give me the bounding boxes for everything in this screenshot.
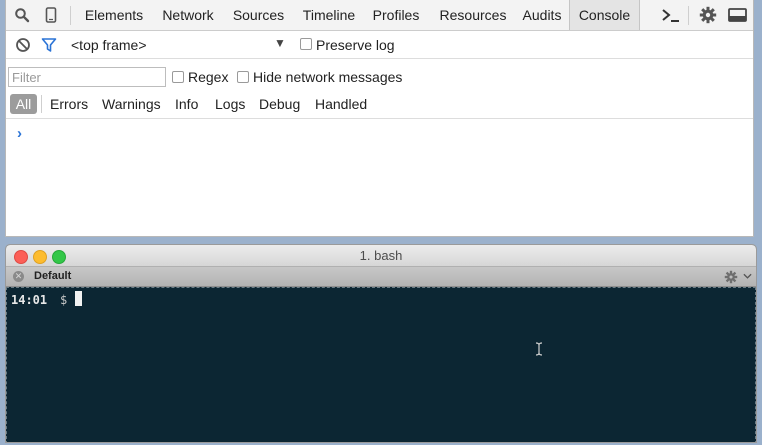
tab-resources[interactable]: Resources (430, 0, 516, 30)
level-all-button[interactable]: All (10, 94, 37, 114)
search-icon[interactable] (14, 7, 30, 23)
level-logs-button[interactable]: Logs (215, 96, 245, 112)
level-errors-button[interactable]: Errors (50, 96, 88, 112)
terminal-title: 1. bash (359, 248, 403, 263)
clear-console-icon[interactable] (15, 37, 31, 53)
regex-label: Regex (188, 69, 229, 85)
text-cursor (75, 291, 82, 306)
frame-select[interactable]: <top frame> (71, 37, 147, 53)
filter-input[interactable] (8, 67, 166, 87)
device-mode-icon[interactable] (43, 7, 59, 23)
gear-icon[interactable] (724, 270, 738, 284)
terminal-tab[interactable]: ✕ Default (6, 267, 756, 287)
level-info-button[interactable]: Info (175, 96, 198, 112)
terminal-titlebar[interactable]: 1. bash (6, 245, 756, 267)
tab-sources[interactable]: Sources (227, 0, 290, 30)
frame-select-dropdown-icon[interactable]: ▼ (274, 36, 286, 50)
terminal-body[interactable]: 14:01 $ (6, 287, 756, 442)
level-handled-button[interactable]: Handled (315, 96, 367, 112)
tabbar-separator (688, 6, 689, 25)
prompt-time: 14:01 (11, 293, 48, 307)
ibeam-cursor-icon (535, 342, 543, 356)
level-warnings-button[interactable]: Warnings (102, 96, 161, 112)
console-prompt[interactable]: › (17, 125, 22, 142)
tab-close-icon[interactable]: ✕ (13, 271, 24, 282)
level-separator (41, 95, 42, 113)
tab-console[interactable]: Console (569, 0, 640, 30)
dock-side-icon[interactable] (728, 7, 748, 23)
devtools-tabbar: Elements Network Sources Timeline Profil… (6, 0, 753, 31)
tab-profiles[interactable]: Profiles (368, 0, 424, 30)
console-toolbar: <top frame> ▼ Preserve log (6, 31, 753, 59)
tab-network[interactable]: Network (155, 0, 221, 30)
settings-icon[interactable] (699, 6, 717, 24)
preserve-log-label: Preserve log (316, 37, 395, 53)
devtools-window: Elements Network Sources Timeline Profil… (5, 0, 754, 237)
prompt-symbol: $ (60, 293, 68, 307)
terminal-window: 1. bash ✕ Default 14:01 $ (5, 244, 757, 443)
filter-icon[interactable] (41, 37, 57, 53)
chevron-down-icon[interactable] (743, 273, 752, 280)
tabbar-separator (70, 6, 71, 25)
tab-audits[interactable]: Audits (517, 0, 567, 30)
preserve-log-checkbox[interactable] (300, 38, 312, 50)
drawer-toggle-icon[interactable] (661, 7, 681, 23)
terminal-tab-label: Default (34, 270, 72, 282)
tab-elements[interactable]: Elements (79, 0, 149, 30)
level-debug-button[interactable]: Debug (259, 96, 300, 112)
tab-timeline[interactable]: Timeline (296, 0, 362, 30)
hide-network-label: Hide network messages (253, 69, 403, 85)
hide-network-checkbox[interactable] (237, 71, 249, 83)
regex-checkbox[interactable] (172, 71, 184, 83)
